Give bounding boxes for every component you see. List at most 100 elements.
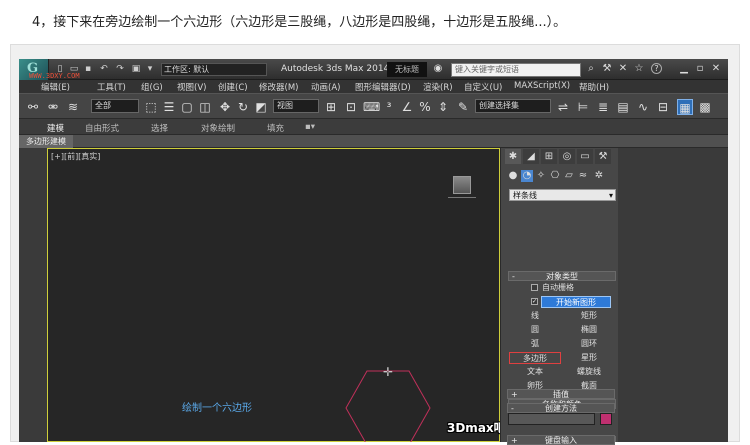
workspace-select[interactable]: 工作区: 默认: [161, 63, 267, 76]
link-icon[interactable]: ⚯: [25, 99, 41, 115]
arc-button[interactable]: 弧: [509, 338, 561, 350]
maximize-icon[interactable]: ▫: [693, 62, 707, 76]
subscription-icon[interactable]: ⚒: [601, 63, 613, 75]
ribbon-toggle-icon[interactable]: ▤: [615, 99, 631, 115]
open-file-icon[interactable]: ▭: [69, 64, 79, 74]
ngon-button[interactable]: 多边形: [509, 352, 561, 364]
helpers-icon[interactable]: ▱: [563, 170, 575, 182]
creation-method-rollout[interactable]: - 创建方法: [507, 403, 615, 413]
menu-animation[interactable]: 动画(A): [311, 81, 340, 93]
menu-rendering[interactable]: 渲染(R): [423, 81, 453, 93]
menu-help[interactable]: 帮助(H): [579, 81, 609, 93]
menu-edit[interactable]: 编辑(E): [41, 81, 70, 93]
start-new-shape-button[interactable]: 开始新图形: [541, 296, 611, 308]
hierarchy-tab-icon[interactable]: ⊞: [541, 149, 557, 164]
pivot-center-icon[interactable]: ⊞: [323, 99, 339, 115]
select-by-name-icon[interactable]: ☰: [161, 99, 177, 115]
bind-spacewarp-icon[interactable]: ≋: [65, 99, 81, 115]
spacewarps-icon[interactable]: ≈: [577, 170, 589, 182]
shape-category-dropdown[interactable]: 样条线 ▾: [509, 189, 616, 201]
systems-icon[interactable]: ✲: [593, 170, 605, 182]
rotate-icon[interactable]: ↻: [235, 99, 251, 115]
line-button[interactable]: 线: [509, 310, 561, 322]
edit-named-selection-icon[interactable]: ✎: [455, 99, 471, 115]
undo-icon[interactable]: ↶: [99, 64, 109, 74]
front-viewport[interactable]: [+][前][真实] 绘制一个六边形 ✛: [47, 148, 500, 442]
shapes-icon[interactable]: ◔: [521, 170, 533, 182]
window-crossing-icon[interactable]: ◫: [197, 99, 213, 115]
selection-filter-dropdown[interactable]: 全部: [91, 99, 139, 113]
object-type-rollout[interactable]: - 对象类型: [508, 271, 616, 281]
percent-snap-icon[interactable]: %: [417, 99, 433, 115]
save-file-icon[interactable]: ▪: [83, 64, 93, 74]
search-icon[interactable]: ⌕: [585, 63, 597, 75]
material-editor-icon[interactable]: ▦: [677, 99, 693, 115]
start-new-shape-checkbox[interactable]: ✓: [531, 298, 538, 305]
rect-selection-icon[interactable]: ▢: [179, 99, 195, 115]
circle-button[interactable]: 圆: [509, 324, 561, 336]
reference-coord-dropdown[interactable]: 视图: [273, 99, 319, 113]
fetch-icon[interactable]: ▾: [145, 64, 155, 74]
snap-3d-icon[interactable]: ³: [381, 99, 397, 115]
display-tab-icon[interactable]: ▭: [577, 149, 593, 164]
menu-group[interactable]: 组(G): [141, 81, 163, 93]
schematic-view-icon[interactable]: ⊟: [655, 99, 671, 115]
new-file-icon[interactable]: ▯: [55, 64, 65, 74]
named-selection-dropdown[interactable]: 创建选择集: [475, 99, 551, 113]
utilities-tab-icon[interactable]: ⚒: [595, 149, 611, 164]
angle-snap-icon[interactable]: ∠: [399, 99, 415, 115]
star-button[interactable]: 星形: [563, 352, 615, 364]
manipulate-icon[interactable]: ⊡: [343, 99, 359, 115]
menu-graph-editors[interactable]: 图形编辑器(D): [355, 81, 411, 93]
keyboard-shortcut-override-icon[interactable]: ⌨: [363, 99, 380, 115]
keyboard-entry-rollout[interactable]: + 键盘输入: [507, 435, 615, 445]
binoculars-icon[interactable]: ◉: [432, 63, 444, 75]
cameras-icon[interactable]: ⎔: [549, 170, 561, 182]
select-object-icon[interactable]: ⬚: [143, 99, 159, 115]
viewport-label[interactable]: [+][前][真实]: [51, 151, 100, 162]
interpolation-rollout[interactable]: + 插值: [507, 389, 615, 399]
motion-tab-icon[interactable]: ◎: [559, 149, 575, 164]
tab-populate[interactable]: 填充: [267, 122, 284, 134]
tab-polygon-modeling[interactable]: 多边形建模: [19, 135, 73, 148]
favorites-icon[interactable]: ☆: [633, 63, 645, 75]
lights-icon[interactable]: ✧: [535, 170, 547, 182]
menu-tools[interactable]: 工具(T): [97, 81, 126, 93]
menu-maxscript[interactable]: MAXScript(X): [514, 81, 570, 91]
rectangle-button[interactable]: 矩形: [563, 310, 615, 322]
tab-selection[interactable]: 选择: [151, 122, 168, 134]
layer-manager-icon[interactable]: ≣: [595, 99, 611, 115]
hold-icon[interactable]: ▣: [131, 64, 141, 74]
communication-center-icon[interactable]: ✕: [617, 63, 629, 75]
menu-views[interactable]: 视图(V): [177, 81, 206, 93]
tab-object-paint[interactable]: 对象绘制: [201, 122, 235, 134]
move-icon[interactable]: ✥: [217, 99, 233, 115]
redo-icon[interactable]: ↷: [115, 64, 125, 74]
hexagon-shape[interactable]: [343, 368, 433, 442]
helix-button[interactable]: 螺旋线: [563, 366, 615, 378]
ribbon-options-icon[interactable]: ▪▾: [305, 122, 315, 132]
close-icon[interactable]: ✕: [709, 62, 723, 76]
menu-modifiers[interactable]: 修改器(M): [259, 81, 298, 93]
auto-grid-checkbox[interactable]: [531, 284, 538, 291]
ellipse-button[interactable]: 椭圆: [563, 324, 615, 336]
search-input[interactable]: 键入关键字或短语: [451, 63, 581, 77]
curve-editor-icon[interactable]: ∿: [635, 99, 651, 115]
donut-button[interactable]: 圆环: [563, 338, 615, 350]
tab-freeform[interactable]: 自由形式: [85, 122, 119, 134]
align-icon[interactable]: ⊨: [575, 99, 591, 115]
scale-icon[interactable]: ◩: [253, 99, 269, 115]
menu-customize[interactable]: 自定义(U): [464, 81, 502, 93]
mirror-icon[interactable]: ⇌: [555, 99, 571, 115]
tab-modeling[interactable]: 建模: [47, 122, 64, 134]
create-tab-icon[interactable]: ✱: [505, 149, 521, 164]
unlink-icon[interactable]: ⚮: [45, 99, 61, 115]
modify-tab-icon[interactable]: ◢: [523, 149, 539, 164]
geometry-icon[interactable]: ●: [507, 170, 519, 182]
render-setup-icon[interactable]: ▩: [697, 99, 713, 115]
help-icon[interactable]: ?: [651, 63, 662, 74]
spinner-snap-icon[interactable]: ⇕: [435, 99, 451, 115]
minimize-icon[interactable]: ▁: [677, 62, 691, 76]
menu-create[interactable]: 创建(C): [218, 81, 248, 93]
viewcube-icon[interactable]: [453, 176, 471, 194]
